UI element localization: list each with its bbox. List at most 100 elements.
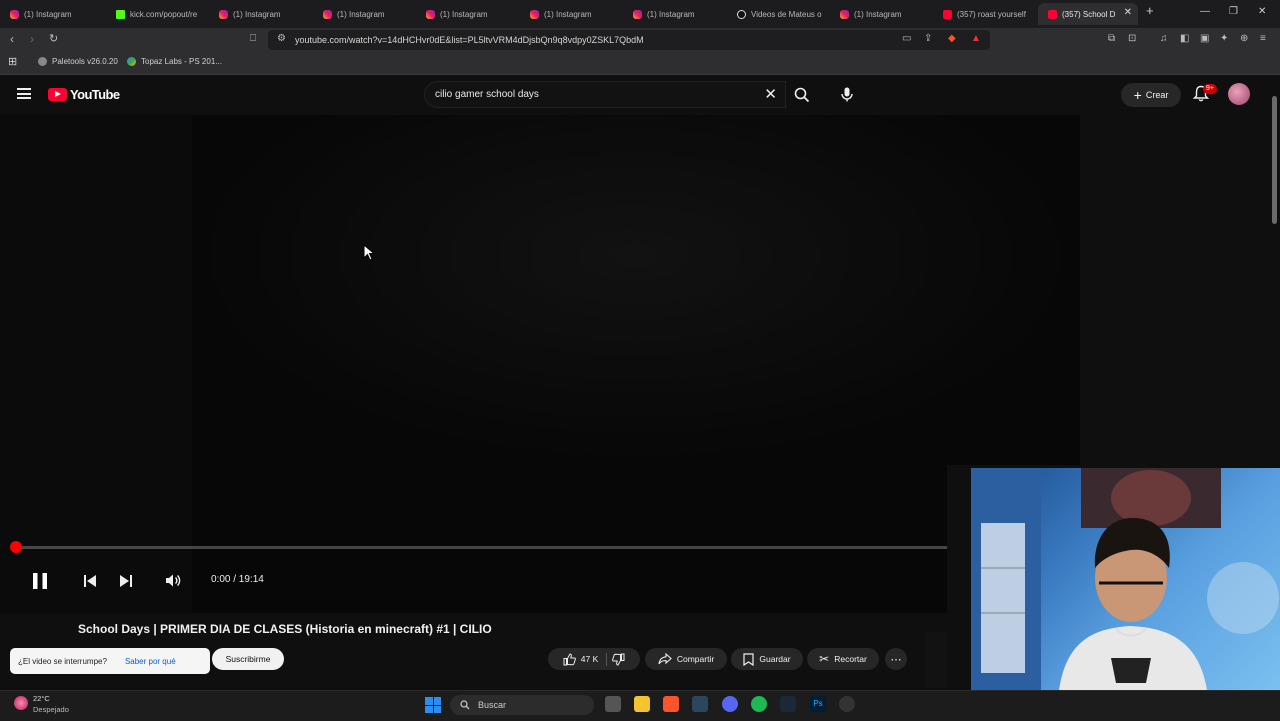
reload-icon[interactable]: ↻ <box>49 32 58 45</box>
time-display: 0:00 / 19:14 <box>211 574 264 585</box>
instagram-icon <box>323 9 332 19</box>
steam-app-icon[interactable] <box>780 696 796 712</box>
restore-icon[interactable]: ❐ <box>1229 6 1238 17</box>
taskbar-search[interactable]: Buscar <box>450 695 594 715</box>
discord-icon[interactable] <box>722 696 738 712</box>
back-icon[interactable]: ‹ <box>10 32 14 46</box>
url-text: youtube.com/watch?v=14dHCHvr0dE&list=PL5… <box>295 35 644 45</box>
steam-icon[interactable] <box>692 696 708 712</box>
next-icon[interactable] <box>119 574 133 588</box>
browser-tab[interactable]: (1) Instagram <box>520 3 620 25</box>
menu-icon[interactable]: ≡ <box>1260 33 1266 44</box>
browser-tab-strip: (1) Instagram kick.com/popout/re (1) Ins… <box>0 0 1280 28</box>
extensions-icon[interactable]: ⧉ <box>1108 33 1115 44</box>
clip-button[interactable]: ✂ Recortar <box>807 648 879 670</box>
forward-icon[interactable]: › <box>30 32 34 46</box>
close-tab-icon[interactable]: ✕ <box>1124 7 1132 18</box>
task-view-icon[interactable] <box>605 696 621 712</box>
google-drive-icon <box>127 57 136 66</box>
brave-browser-icon[interactable] <box>663 696 679 712</box>
learn-why-link[interactable]: Saber por qué <box>125 657 176 666</box>
weather-icon[interactable] <box>14 696 28 710</box>
obs-icon[interactable] <box>839 696 855 712</box>
browser-tab[interactable]: Videos de Mateus o <box>727 3 827 25</box>
apps-grid-icon[interactable]: ⊞ <box>8 55 17 68</box>
weather-temperature[interactable]: 22°C <box>33 694 50 703</box>
youtube-icon <box>1048 9 1057 19</box>
new-tab-button[interactable]: + <box>1146 3 1154 18</box>
instagram-icon <box>219 9 228 19</box>
browser-tab[interactable]: kick.com/popout/re <box>106 3 206 25</box>
browser-tab[interactable]: (1) Instagram <box>623 3 723 25</box>
tab-label: (1) Instagram <box>337 9 385 19</box>
browser-tab-active[interactable]: (357) School D ✕ <box>1038 3 1138 25</box>
voice-search-button[interactable] <box>833 81 860 108</box>
hamburger-menu-icon[interactable] <box>17 88 31 99</box>
file-explorer-icon[interactable] <box>634 696 650 712</box>
search-icon <box>794 87 810 102</box>
browser-tab[interactable]: (1) Instagram <box>0 3 100 25</box>
create-button[interactable]: + Crear <box>1121 83 1181 107</box>
close-window-icon[interactable]: ✕ <box>1258 6 1266 17</box>
spotify-icon[interactable] <box>751 696 767 712</box>
video-title: School Days | PRIMER DIA DE CLASES (Hist… <box>78 622 492 636</box>
search-query: cilio gamer school days <box>435 89 539 100</box>
browser-tab[interactable]: (357) roast yourself <box>933 3 1033 25</box>
tab-label: Videos de Mateus o <box>751 9 822 19</box>
windows-start-icon[interactable] <box>425 697 441 713</box>
weather-description[interactable]: Despejado <box>33 705 69 714</box>
save-label: Guardar <box>759 654 791 664</box>
pause-icon[interactable] <box>31 571 49 591</box>
share-button[interactable]: Compartir <box>645 648 727 670</box>
leo-ai-icon[interactable]: ✦ <box>1220 33 1228 44</box>
search-button[interactable] <box>786 81 818 108</box>
volume-icon[interactable] <box>165 573 182 588</box>
minimize-icon[interactable]: — <box>1200 6 1210 17</box>
browser-tab[interactable]: (1) Instagram <box>209 3 309 25</box>
browser-tab[interactable]: (1) Instagram <box>313 3 413 25</box>
save-button[interactable]: Guardar <box>731 648 803 670</box>
bookmark-save-icon <box>743 652 755 666</box>
subscribe-button[interactable]: Suscribirme <box>212 648 284 670</box>
media-icon[interactable]: ♫ <box>1160 33 1168 44</box>
more-actions-button[interactable]: ⋯ <box>885 648 907 670</box>
tab-label: (1) Instagram <box>24 9 72 19</box>
youtube-logo[interactable]: YouTube <box>48 87 120 102</box>
like-button[interactable]: 47 K <box>563 652 608 666</box>
browser-tab[interactable]: (1) Instagram <box>416 3 516 25</box>
user-avatar[interactable] <box>1228 83 1250 105</box>
share-icon[interactable]: ⇪ <box>924 33 932 44</box>
photoshop-icon[interactable]: Ps <box>810 696 826 712</box>
tab-label: (1) Instagram <box>647 9 695 19</box>
previous-icon[interactable] <box>83 574 97 588</box>
notifications-badge: 9+ <box>1203 84 1217 94</box>
bookmarks-bar: ⊞ Paletools v26.0.20 Topaz Labs - PS 201… <box>0 52 1280 75</box>
bookmark-item[interactable]: Paletools v26.0.20 <box>38 57 118 66</box>
video-side-panel <box>0 115 192 613</box>
vpn-icon[interactable]: ⊕ <box>1240 33 1248 44</box>
clear-search-icon[interactable]: ✕ <box>764 85 777 103</box>
bookmark-item[interactable]: Topaz Labs - PS 201... <box>127 57 222 66</box>
brave-shield-icon[interactable]: ◆ <box>948 33 956 44</box>
scrollbar-thumb[interactable] <box>1272 96 1277 224</box>
brave-rewards-icon[interactable]: ▲ <box>971 33 981 44</box>
browser-tab[interactable]: (1) Instagram <box>830 3 930 25</box>
sidebar-icon[interactable]: ◧ <box>1180 33 1189 44</box>
cast-icon[interactable]: ▭ <box>902 33 911 44</box>
address-bar[interactable]: ⚙ youtube.com/watch?v=14dHCHvr0dE&list=P… <box>268 30 990 50</box>
thumbs-down-icon[interactable] <box>612 653 625 666</box>
progress-bar[interactable] <box>14 546 947 549</box>
bookmark-icon[interactable]: ⎕ <box>250 33 256 44</box>
video-player[interactable]: 0:00 / 19:14 <box>0 115 1080 613</box>
site-info-icon[interactable]: ⚙ <box>277 33 286 44</box>
page-scrollbar[interactable] <box>1270 84 1278 690</box>
tab-label: (1) Instagram <box>854 9 902 19</box>
wallet-icon[interactable]: ▣ <box>1200 33 1209 44</box>
tab-label: kick.com/popout/re <box>130 9 198 19</box>
progress-scrubber[interactable] <box>10 541 22 553</box>
tab-search-icon[interactable]: ⊡ <box>1128 33 1136 44</box>
clip-label: Recortar <box>834 654 867 664</box>
search-input[interactable]: cilio gamer school days ✕ <box>424 81 786 108</box>
playlist-panel-edge[interactable] <box>925 632 947 688</box>
tab-label: (357) School D <box>1062 9 1116 19</box>
